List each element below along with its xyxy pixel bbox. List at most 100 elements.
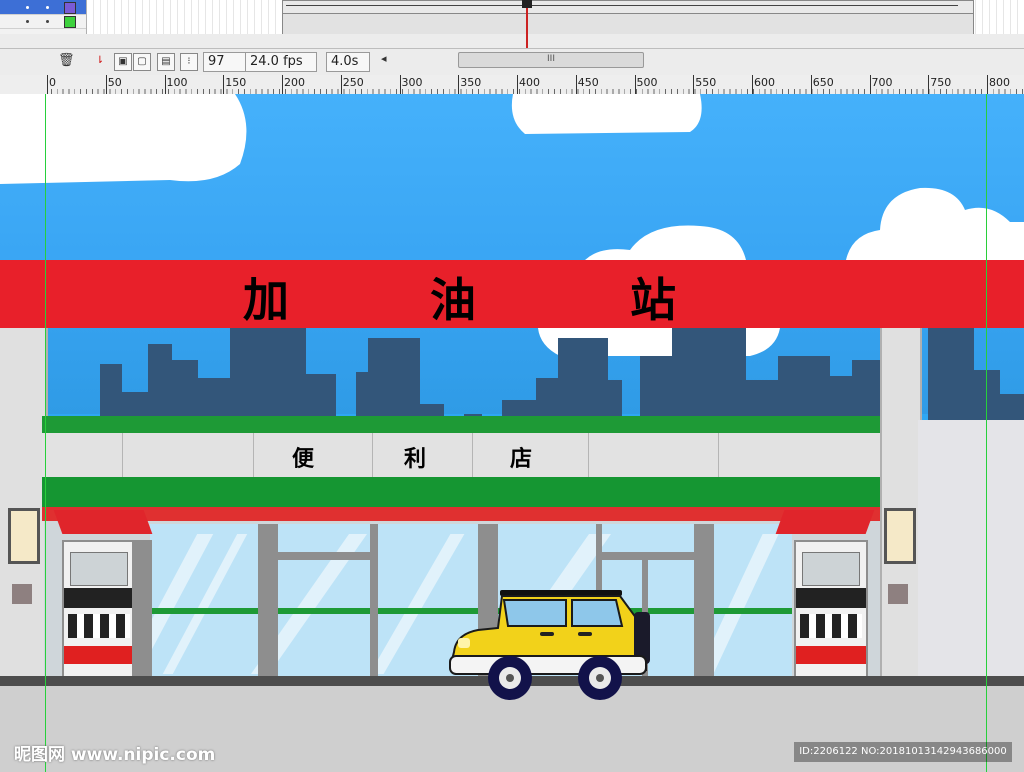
- ruler-major-tick: [634, 75, 636, 94]
- store-top-band: [42, 416, 880, 433]
- left-pump-post: [132, 540, 152, 676]
- ruler-major-tick: [223, 75, 225, 94]
- edit-multiple-frames-icon[interactable]: ▤: [157, 53, 175, 71]
- ruler-tick-label: 50: [107, 76, 122, 89]
- horizontal-ruler: 0 50 100 150 200 250 300 350 400 450 500 550 600 650 7…: [0, 75, 1024, 95]
- delete-layer-trash-icon[interactable]: 🗑: [58, 53, 75, 69]
- canopy-label: 加 油 站: [0, 260, 1024, 328]
- left-pump-hood: [53, 510, 153, 534]
- ruler-tick-label: 800: [989, 76, 1010, 89]
- motion-tween-span[interactable]: [282, 0, 974, 14]
- window-post: [370, 524, 378, 678]
- ruler-major-tick: [47, 75, 48, 94]
- pump-base-stripe: [796, 646, 866, 664]
- layer-color-swatch-icon[interactable]: [64, 16, 76, 28]
- stage-canvas[interactable]: 加 油 站 便 利 店: [0, 94, 1024, 772]
- left-pillar: [0, 328, 48, 684]
- timeline-horizontal-scrollbar[interactable]: III: [458, 52, 644, 68]
- window-post: [694, 524, 714, 678]
- layer-color-swatch-icon[interactable]: [64, 2, 76, 14]
- ruler-major-tick: [282, 75, 283, 94]
- ruler-major-tick: [752, 75, 753, 94]
- timeline-panel: [0, 0, 1024, 49]
- frame-rate-field[interactable]: 24.0 fps: [245, 52, 317, 72]
- sign-divider: [472, 433, 473, 477]
- right-pump-hood: [775, 510, 875, 534]
- playhead-handle[interactable]: [522, 0, 532, 8]
- lock-dot-icon[interactable]: [46, 6, 49, 9]
- ruler-tick-label: 150: [225, 76, 247, 89]
- sign-divider: [372, 433, 373, 477]
- ruler-major-tick: [928, 75, 930, 94]
- pump-screen: [70, 552, 128, 586]
- ruler-major-tick: [693, 75, 695, 94]
- lock-dot-icon[interactable]: [46, 20, 49, 23]
- window-post: [258, 524, 278, 678]
- sign-divider: [253, 433, 254, 477]
- ruler-major-tick: [517, 75, 518, 94]
- car-body-group: [449, 590, 650, 700]
- center-frame-icon[interactable]: ⇂: [92, 53, 108, 69]
- ruler-tick-label: 700: [871, 76, 893, 89]
- right-fuel-pump: [794, 540, 868, 684]
- onion-outline-icon[interactable]: ▢: [133, 53, 151, 71]
- store-red-strip: [42, 507, 880, 521]
- ruler-tick-label: 0: [49, 76, 56, 89]
- scroll-left-arrow-icon[interactable]: ◂: [381, 52, 387, 65]
- ruler-tick-label: 400: [519, 76, 540, 89]
- store-sign-board: [42, 433, 880, 477]
- layer-row[interactable]: [0, 14, 86, 29]
- layer-row-selected[interactable]: [0, 0, 86, 15]
- frame-span[interactable]: [282, 14, 974, 34]
- visibility-dot-icon[interactable]: [26, 20, 29, 23]
- sign-divider: [588, 433, 589, 477]
- right-wall-plate: [888, 584, 908, 604]
- left-wall-lamp: [8, 508, 40, 564]
- watermark-logo: 昵图网 www.nipic.com: [14, 745, 216, 765]
- store-sign-char: 店: [510, 447, 533, 472]
- ruler-tick-label: 600: [754, 76, 775, 89]
- ruler-tick-label: 650: [812, 76, 834, 89]
- ruler-major-tick: [105, 75, 107, 94]
- ruler-major-tick: [575, 75, 577, 94]
- yellow-jeep-car[interactable]: [448, 590, 654, 702]
- pump-screen: [802, 552, 860, 586]
- layer-list: [0, 0, 87, 34]
- ruler-tick-label: 250: [342, 76, 364, 89]
- ruler-major-tick: [987, 75, 988, 94]
- onion-skin-icon[interactable]: ▣: [114, 53, 132, 71]
- guide-line-left[interactable]: [45, 94, 46, 772]
- pump-panel: [64, 588, 134, 608]
- visibility-dot-icon[interactable]: [26, 6, 29, 9]
- canopy-char: 油: [430, 273, 478, 327]
- canopy-char: 站: [630, 273, 678, 327]
- ruler-major-tick: [399, 75, 401, 94]
- ruler-tick-label: 500: [636, 76, 658, 89]
- ruler-tick-label: 350: [460, 76, 482, 89]
- ruler-tick-label: 550: [695, 76, 717, 89]
- right-wall-lamp: [884, 508, 916, 564]
- tween-arrow: [286, 5, 958, 6]
- sign-divider: [122, 433, 123, 477]
- left-wall-plate: [12, 584, 32, 604]
- ruler-tick-label: 200: [284, 76, 305, 89]
- ruler-tick-label: 750: [930, 76, 952, 89]
- ruler-tick-label: 300: [401, 76, 423, 89]
- ruler-tick-label: 100: [166, 76, 188, 89]
- ruler-major-tick: [340, 75, 342, 94]
- door-frame-top: [602, 552, 694, 560]
- left-fuel-pump: [62, 540, 136, 684]
- pump-keys: [68, 614, 130, 638]
- door-frame-top: [278, 552, 374, 560]
- store-sign-char: 利: [404, 447, 427, 472]
- right-pillar: [880, 328, 922, 684]
- elapsed-time-field: 4.0s: [326, 52, 370, 72]
- ruler-major-tick: [810, 75, 812, 94]
- modify-onion-markers-icon[interactable]: ⁝: [180, 53, 198, 71]
- guide-line-right[interactable]: [986, 94, 987, 772]
- store-bottom-band: [42, 477, 880, 507]
- current-frame-field[interactable]: 97: [203, 52, 247, 72]
- ruler-major-tick: [458, 75, 460, 94]
- right-wall: [918, 420, 1024, 684]
- pump-keys: [800, 614, 862, 638]
